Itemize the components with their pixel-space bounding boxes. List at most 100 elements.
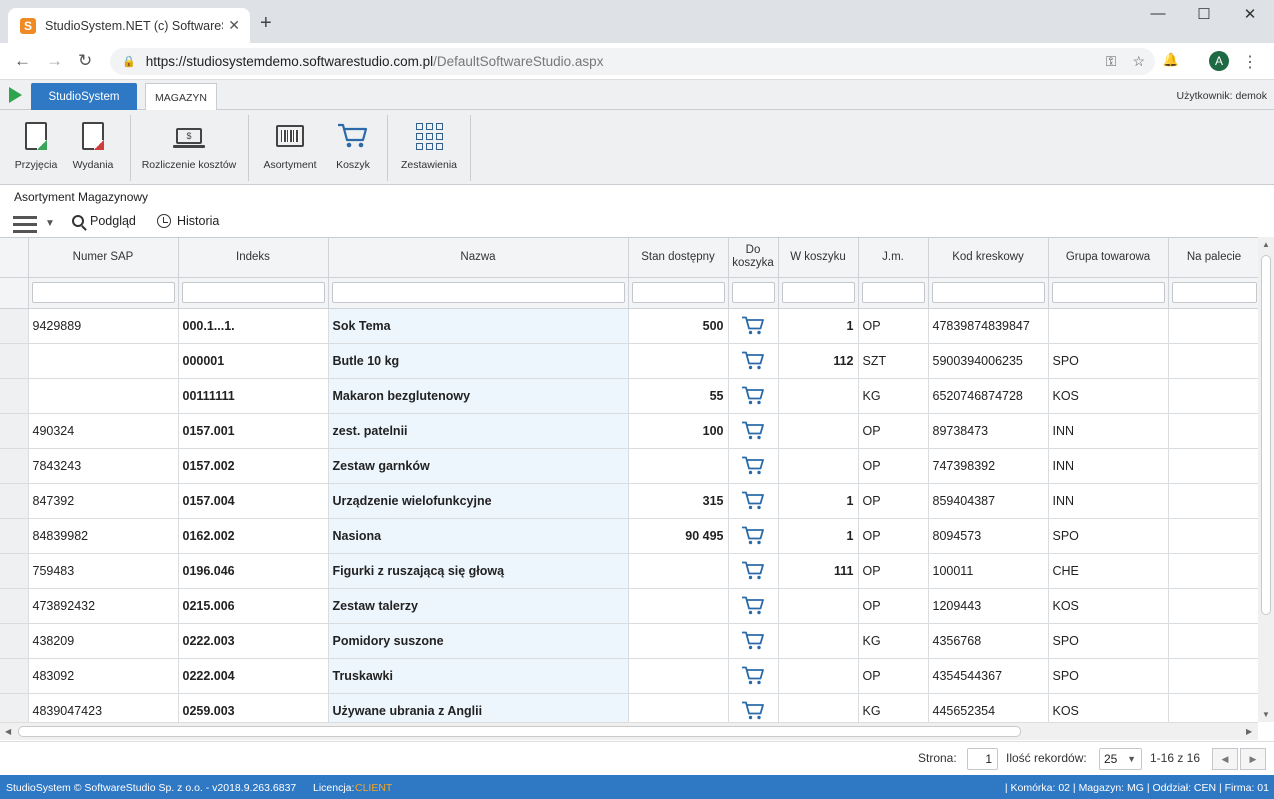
chevron-down-icon[interactable]: ▼ [45, 218, 55, 229]
row-selector[interactable] [0, 658, 29, 694]
column-header-jm[interactable]: J.m. [858, 238, 929, 278]
filter-input-sap[interactable] [31, 282, 175, 303]
chevron-right-icon: ▶ [1249, 753, 1257, 764]
star-icon[interactable]: ☆ [1132, 53, 1145, 70]
close-tab-icon[interactable]: ✕ [228, 17, 240, 34]
page-number-input[interactable]: 1 [967, 748, 998, 770]
column-header-kod[interactable]: Kod kreskowy [928, 238, 1049, 278]
filter-input-nazwa[interactable] [331, 282, 625, 303]
przyjecia-button[interactable]: Przyjęcia [10, 110, 62, 185]
row-selector[interactable] [0, 308, 29, 344]
table-row[interactable]: 490324 0157.001 zest. patelnii 100 OP 8973847… [0, 413, 1258, 449]
tab-studiosystem[interactable]: StudioSystem [31, 83, 137, 110]
next-page-button[interactable]: ▶ [1240, 748, 1266, 770]
filter-input-indeks[interactable] [181, 282, 325, 303]
reload-icon[interactable]: ↻ [78, 51, 92, 71]
add-to-cart-icon[interactable] [741, 561, 765, 580]
add-to-cart-icon[interactable] [741, 701, 765, 720]
row-selector[interactable] [0, 518, 29, 554]
add-to-cart-icon[interactable] [741, 316, 765, 335]
scroll-left-icon[interactable]: ◀ [5, 727, 11, 736]
filter-input-w_koszyku[interactable] [781, 282, 855, 303]
filter-input-grupa[interactable] [1051, 282, 1165, 303]
table-row[interactable]: 9429889 000.1...1. Sok Tema 500 1 OP 478398748… [0, 308, 1258, 344]
row-selector[interactable] [0, 623, 29, 659]
column-header-cart[interactable]: Do koszyka [728, 238, 779, 278]
row-selector[interactable] [0, 483, 29, 519]
row-selector[interactable] [0, 343, 29, 379]
vertical-scrollbar[interactable]: ▲ ▼ [1258, 237, 1274, 722]
records-per-page-select[interactable]: 25 ▼ [1099, 748, 1142, 770]
hamburger-menu-icon[interactable] [13, 216, 37, 233]
minimize-icon[interactable]: — [1135, 5, 1181, 27]
key-icon[interactable]: ⚿ [1106, 53, 1117, 70]
table-row[interactable]: 84839982 0162.002 Nasiona 90 495 1 OP 8094573 S… [0, 518, 1258, 554]
table-row[interactable]: 4839047423 0259.003 Używane ubrania z Angl… [0, 693, 1258, 722]
filter-input-cart[interactable] [731, 282, 775, 303]
window-close-icon[interactable]: ✕ [1227, 5, 1273, 27]
column-header-sap[interactable]: Numer SAP [28, 238, 179, 278]
table-row[interactable]: 00111111 Makaron bezglutenowy 55 KG 65207468… [0, 378, 1258, 414]
add-to-cart-icon[interactable] [741, 386, 765, 405]
filter-input-kod[interactable] [931, 282, 1045, 303]
filter-input-palecie[interactable] [1171, 282, 1257, 303]
podglad-button[interactable]: Podgląd [72, 214, 136, 228]
table-row[interactable]: 759483 0196.046 Figurki z ruszającą się gł… [0, 553, 1258, 589]
forward-icon[interactable]: → [46, 51, 63, 71]
zestawienia-button[interactable]: Zestawienia [396, 110, 462, 185]
vertical-scroll-thumb[interactable] [1261, 255, 1271, 615]
maximize-icon[interactable]: ☐ [1181, 5, 1227, 27]
row-selector[interactable] [0, 693, 29, 722]
tab-magazyn[interactable]: MAGAZYN [145, 83, 217, 111]
scroll-right-icon[interactable]: ▶ [1246, 727, 1252, 736]
url-field[interactable]: 🔒 https://studiosystemdemo.softwarestudi… [110, 48, 1155, 75]
new-tab-icon[interactable]: + [260, 12, 272, 35]
row-selector[interactable] [0, 588, 29, 624]
add-to-cart-icon[interactable] [741, 351, 765, 370]
browser-menu-icon[interactable]: ⋮ [1242, 52, 1258, 72]
add-to-cart-icon[interactable] [741, 526, 765, 545]
prev-page-button[interactable]: ◀ [1212, 748, 1238, 770]
filter-input-jm[interactable] [861, 282, 925, 303]
scroll-down-icon[interactable]: ▼ [1262, 710, 1270, 719]
scroll-up-icon[interactable]: ▲ [1262, 240, 1270, 249]
table-row[interactable]: 473892432 0215.006 Zestaw talerzy OP 1209443… [0, 588, 1258, 624]
play-icon[interactable] [9, 87, 22, 103]
historia-button[interactable]: Historia [157, 214, 219, 228]
column-header-nazwa[interactable]: Nazwa [328, 238, 629, 278]
cell-numer-sap [28, 378, 179, 414]
cell-indeks: 0157.001 [178, 413, 329, 449]
asortyment-button[interactable]: Asortyment [258, 110, 322, 185]
rozliczenie-kosztow-button[interactable]: $ Rozliczenie kosztów [138, 110, 240, 185]
filter-input-stan[interactable] [631, 282, 725, 303]
table-row[interactable]: 000001 Butle 10 kg 112 SZT 5900394006235 SPO [0, 343, 1258, 379]
column-header-indeks[interactable]: Indeks [178, 238, 329, 278]
row-selector[interactable] [0, 378, 29, 414]
column-header-palecie[interactable]: Na palecie [1168, 238, 1258, 278]
row-selector[interactable] [0, 553, 29, 589]
column-header-stan[interactable]: Stan dostępny [628, 238, 729, 278]
horizontal-scroll-thumb[interactable] [18, 726, 1021, 737]
table-row[interactable]: 483092 0222.004 Truskawki OP 4354544367 SPO [0, 658, 1258, 694]
column-header-w_koszyku[interactable]: W koszyku [778, 238, 859, 278]
column-header-grupa[interactable]: Grupa towarowa [1048, 238, 1169, 278]
add-to-cart-icon[interactable] [741, 631, 765, 650]
row-selector[interactable] [0, 413, 29, 449]
table-row[interactable]: 847392 0157.004 Urządzenie wielofunkcyjne 3… [0, 483, 1258, 519]
browser-tab[interactable]: S StudioSystem.NET (c) SoftwareSt ✕ [8, 8, 250, 43]
horizontal-scrollbar[interactable]: ◀ ▶ [0, 722, 1258, 740]
add-to-cart-icon[interactable] [741, 491, 765, 510]
table-row[interactable]: 438209 0222.003 Pomidory suszone KG 4356768 S… [0, 623, 1258, 659]
back-icon[interactable]: ← [14, 51, 31, 71]
bell-icon[interactable]: 🔔 [1163, 52, 1179, 68]
cell-jm: OP [858, 308, 929, 344]
add-to-cart-icon[interactable] [741, 666, 765, 685]
wydania-button[interactable]: Wydania [66, 110, 120, 185]
add-to-cart-icon[interactable] [741, 421, 765, 440]
add-to-cart-icon[interactable] [741, 456, 765, 475]
avatar[interactable]: A [1209, 51, 1229, 71]
add-to-cart-icon[interactable] [741, 596, 765, 615]
koszyk-button[interactable]: Koszyk [328, 110, 378, 185]
table-row[interactable]: 7843243 0157.002 Zestaw garnków OP 747398392… [0, 448, 1258, 484]
row-selector[interactable] [0, 448, 29, 484]
